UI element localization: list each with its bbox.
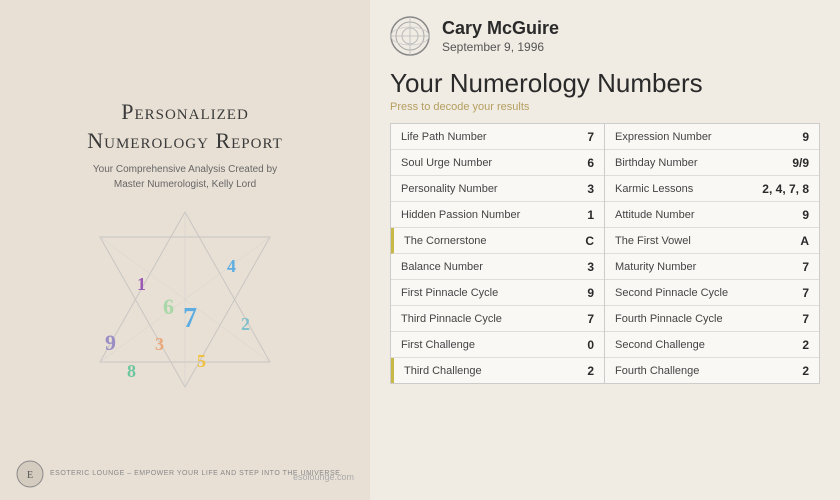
grid-cell-left-0[interactable]: Life Path Number 7 [391, 124, 604, 150]
left-panel: Personalized Numerology Report Your Comp… [0, 0, 370, 500]
right-panel: Cary McGuire September 9, 1996 Your Nume… [370, 0, 840, 500]
cell-label: Life Path Number [401, 131, 487, 143]
grid-cell-right-9[interactable]: Fourth Challenge 2 [605, 358, 819, 383]
cell-label: First Challenge [401, 339, 475, 351]
cell-value: 3 [587, 182, 594, 196]
cell-label: Third Challenge [404, 365, 482, 377]
cell-value: 2 [587, 364, 594, 378]
cell-value: 6 [587, 156, 594, 170]
cell-value: 2, 4, 7, 8 [762, 182, 809, 196]
cell-value: 7 [587, 312, 594, 326]
cell-value: 7 [802, 312, 809, 326]
cell-value: 7 [587, 130, 594, 144]
svg-text:9: 9 [105, 330, 116, 355]
user-date: September 9, 1996 [442, 40, 559, 54]
cell-value: 7 [802, 260, 809, 274]
svg-text:3: 3 [155, 334, 164, 354]
grid-cell-left-1[interactable]: Soul Urge Number 6 [391, 150, 604, 176]
user-header: Cary McGuire September 9, 1996 [390, 16, 820, 56]
cell-value: C [585, 234, 594, 248]
svg-text:6: 6 [163, 294, 174, 319]
cell-value: 2 [802, 364, 809, 378]
star-graphic: 1 4 6 7 3 5 2 9 8 [75, 202, 295, 402]
grid-cell-left-2[interactable]: Personality Number 3 [391, 176, 604, 202]
cell-label: Expression Number [615, 131, 712, 143]
cell-label: Birthday Number [615, 157, 698, 169]
cell-label: Karmic Lessons [615, 183, 693, 195]
cell-value: 9 [802, 208, 809, 222]
cell-label: Hidden Passion Number [401, 209, 520, 221]
cell-label: Fourth Pinnacle Cycle [615, 313, 723, 325]
grid-cell-right-6[interactable]: Second Pinnacle Cycle 7 [605, 280, 819, 306]
cell-label: Attitude Number [615, 209, 694, 221]
cell-value: 2 [802, 338, 809, 352]
cell-label: Third Pinnacle Cycle [401, 313, 502, 325]
grid-cell-left-9[interactable]: Third Challenge 2 [391, 358, 604, 383]
cell-value: 3 [587, 260, 594, 274]
grid-cell-right-1[interactable]: Birthday Number 9/9 [605, 150, 819, 176]
cell-value: 9 [587, 286, 594, 300]
cell-label: Second Challenge [615, 339, 705, 351]
grid-cell-left-8[interactable]: First Challenge 0 [391, 332, 604, 358]
svg-text:1: 1 [137, 274, 146, 294]
svg-text:4: 4 [227, 256, 236, 276]
grid-cell-left-4[interactable]: The Cornerstone C [391, 228, 604, 254]
cell-label: Balance Number [401, 261, 483, 273]
user-info: Cary McGuire September 9, 1996 [442, 18, 559, 54]
svg-text:2: 2 [241, 314, 250, 334]
website-url: esolounge.com [293, 472, 354, 482]
section-subtitle: Press to decode your results [390, 101, 820, 113]
grid-cell-left-3[interactable]: Hidden Passion Number 1 [391, 202, 604, 228]
report-title: Personalized Numerology Report [87, 98, 283, 155]
cell-value: A [800, 234, 809, 248]
grid-cell-left-7[interactable]: Third Pinnacle Cycle 7 [391, 306, 604, 332]
cell-value: 7 [802, 286, 809, 300]
svg-text:5: 5 [197, 351, 206, 371]
grid-cell-left-6[interactable]: First Pinnacle Cycle 9 [391, 280, 604, 306]
section-title: Your Numerology Numbers [390, 68, 820, 99]
cell-label: Second Pinnacle Cycle [615, 287, 728, 299]
cell-label: First Pinnacle Cycle [401, 287, 498, 299]
cell-label: The First Vowel [615, 235, 691, 247]
grid-cell-right-2[interactable]: Karmic Lessons 2, 4, 7, 8 [605, 176, 819, 202]
grid-cell-right-4[interactable]: The First Vowel A [605, 228, 819, 254]
user-avatar-icon [390, 16, 430, 56]
left-column: Life Path Number 7 Soul Urge Number 6 Person… [391, 124, 605, 383]
report-subtitle: Your Comprehensive Analysis Created by M… [93, 162, 277, 192]
svg-text:7: 7 [183, 303, 197, 334]
cell-label: Personality Number [401, 183, 498, 195]
cell-label: Fourth Challenge [615, 365, 699, 377]
cell-value: 1 [587, 208, 594, 222]
cell-value: 0 [587, 338, 594, 352]
svg-text:8: 8 [127, 361, 136, 381]
grid-cell-left-5[interactable]: Balance Number 3 [391, 254, 604, 280]
cell-value: 9/9 [792, 156, 809, 170]
grid-cell-right-5[interactable]: Maturity Number 7 [605, 254, 819, 280]
numbers-grid: Life Path Number 7 Soul Urge Number 6 Person… [390, 123, 820, 384]
grid-cell-right-3[interactable]: Attitude Number 9 [605, 202, 819, 228]
cell-label: The Cornerstone [404, 235, 487, 247]
svg-text:E: E [27, 470, 33, 481]
user-name: Cary McGuire [442, 18, 559, 40]
grid-cell-right-0[interactable]: Expression Number 9 [605, 124, 819, 150]
cell-value: 9 [802, 130, 809, 144]
grid-cell-right-8[interactable]: Second Challenge 2 [605, 332, 819, 358]
right-column: Expression Number 9 Birthday Number 9/9 Karm… [605, 124, 819, 383]
cell-label: Maturity Number [615, 261, 696, 273]
cell-label: Soul Urge Number [401, 157, 492, 169]
grid-cell-right-7[interactable]: Fourth Pinnacle Cycle 7 [605, 306, 819, 332]
brand-logo-icon: E [16, 460, 44, 488]
